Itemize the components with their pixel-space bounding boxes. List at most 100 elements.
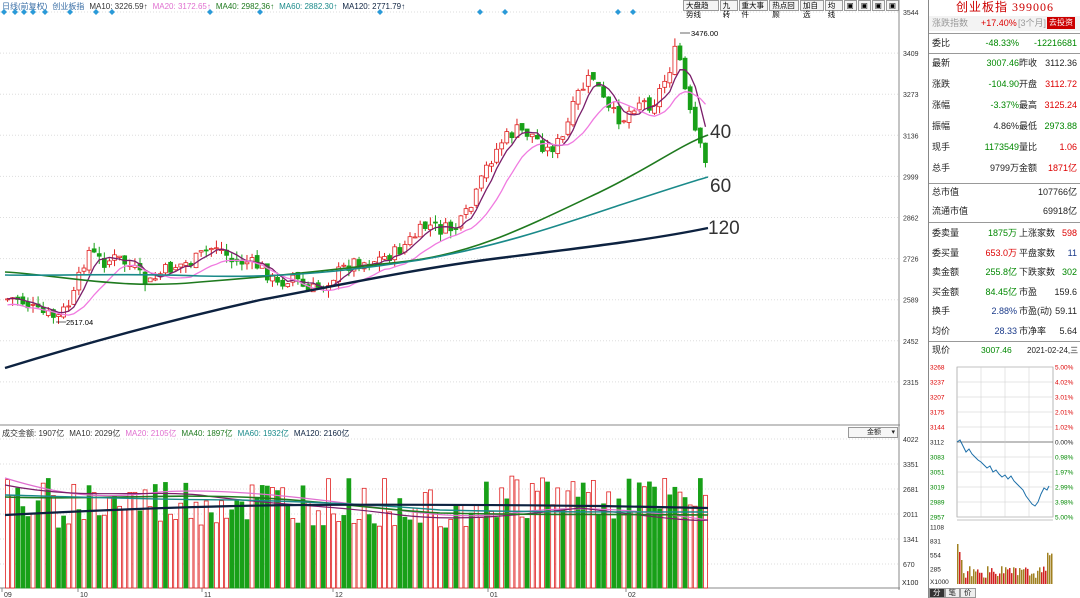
candle-body (494, 148, 499, 163)
stat-value: 28.33 (994, 325, 1017, 336)
intraday-vol-unit: X1000 (930, 579, 949, 586)
quote-value: 3125.24 (1044, 100, 1077, 110)
stat-row: 均价 28.33 市净率 5.64 (929, 324, 1080, 339)
event-marker-icon[interactable] (477, 9, 483, 15)
intraday-right-tick: 2.99% (1055, 485, 1074, 492)
intraday-right-tick: 5.00% (1055, 515, 1074, 522)
quote-row: 最新 3007.46 昨收 3112.36 (929, 56, 1080, 71)
intraday-right-tick: 4.02% (1055, 380, 1074, 387)
volume-bar (371, 523, 377, 589)
volume-bar (514, 479, 520, 589)
event-marker-icon[interactable] (630, 9, 636, 15)
volume-bar (504, 498, 510, 589)
event-marker-icon[interactable] (42, 9, 48, 15)
rank-row: 涨跌指数 +17.40% [3个月] 去投资 (929, 16, 1080, 31)
panel-tab[interactable]: 分 (929, 588, 945, 598)
legend-item: MA40: 1897亿 (181, 429, 233, 438)
intraday-left-tick: 3051 (930, 470, 945, 477)
intraday-vol-bar (959, 552, 961, 584)
candle-body (382, 256, 387, 260)
event-marker-icon[interactable] (615, 9, 621, 15)
event-marker-icon[interactable] (12, 9, 18, 15)
price-tick-label: 2999 (903, 174, 919, 181)
event-marker-icon[interactable] (257, 9, 263, 15)
intraday-vol-bar (993, 571, 995, 584)
panel-tab[interactable]: 笔 (944, 588, 960, 598)
candle-body (570, 101, 576, 126)
volume-bar (351, 522, 357, 589)
quote-value: 4.86% (993, 121, 1019, 131)
event-marker-icon[interactable] (21, 9, 27, 15)
wb-row: 委比 -48.33% -12216681 (929, 36, 1080, 51)
quote-label: 现手 (932, 142, 951, 152)
event-marker-icon[interactable] (109, 9, 115, 15)
x-tick-label: 02 (628, 592, 636, 598)
volume-bar (178, 502, 184, 589)
intraday-vol-bar (985, 577, 987, 584)
volume-tick-label: 4022 (903, 437, 919, 444)
volume-tick-label: 3351 (903, 462, 919, 469)
intraday-vol-bar (1017, 575, 1019, 584)
intraday-vol-bar (1007, 569, 1009, 584)
price-tick-label: 2452 (903, 339, 919, 346)
intraday-chart-svg[interactable]: 3268 3237 3207 3175 3144 3112 3083 3051 3019 2989… (929, 362, 1080, 587)
event-marker-icon[interactable] (30, 9, 36, 15)
candle-body (636, 102, 642, 111)
price-tick-label: 2315 (903, 380, 919, 387)
volume-bar (580, 482, 586, 589)
volume-indicator-select[interactable]: 金额 ▾ (848, 427, 898, 438)
quote-label: 振幅 (932, 121, 951, 131)
volume-bar (550, 504, 555, 589)
event-marker-icon[interactable] (1, 9, 7, 15)
volume-bar (529, 483, 535, 589)
stat-label: 市盈 (1019, 286, 1038, 297)
volume-bar (509, 475, 515, 589)
event-marker-icon[interactable] (93, 9, 99, 15)
volume-bar (392, 525, 398, 589)
event-marker-icon[interactable] (67, 9, 73, 15)
event-marker-icon[interactable] (502, 9, 508, 15)
volume-bar (203, 500, 209, 589)
event-marker-icon[interactable] (207, 9, 213, 15)
intraday-right-tick: 1.02% (1055, 425, 1074, 432)
invest-button[interactable]: 去投资 (1047, 17, 1075, 29)
quote-value: -104.90 (988, 79, 1019, 89)
stat-label: 卖金额 (932, 267, 960, 277)
volume-bar (596, 514, 601, 589)
price-tick-label: 3273 (903, 92, 919, 99)
volume-bar (15, 487, 21, 589)
candle-body (682, 57, 688, 90)
intraday-left-tick: 2957 (930, 515, 945, 522)
quote-value: 1.06 (1059, 142, 1077, 152)
volume-bar (219, 500, 224, 589)
volume-bar (443, 527, 448, 589)
candle-body (81, 267, 87, 272)
volume-bar (662, 478, 668, 589)
volume-bar (315, 510, 321, 589)
candle-body (585, 75, 591, 87)
intraday-vol-tick: 831 (930, 539, 941, 546)
panel-tab[interactable]: 价 (960, 588, 976, 598)
stat-label: 均价 (932, 325, 951, 336)
price-chart-svg[interactable]: 3544 3409 3273 3136 2999 2862 2726 2589 2452 2315… (0, 0, 928, 598)
legend-item: MA20: 2105亿 (125, 429, 177, 438)
intraday-vol-bar (1037, 570, 1039, 584)
price-tick-label: 3409 (903, 51, 919, 58)
cap-value: 69918亿 (1042, 206, 1077, 216)
quote-label: 金额 (1019, 163, 1038, 173)
candle-body (468, 207, 474, 212)
candle-body (203, 249, 209, 252)
candle-body (86, 250, 92, 271)
event-marker-icon[interactable] (377, 9, 383, 15)
intraday-vol-bar (965, 577, 967, 584)
divider (929, 183, 1080, 184)
volume-bar (326, 478, 331, 589)
volume-bar (377, 525, 382, 589)
candle-body (208, 248, 214, 251)
volume-tick-label: 670 (903, 562, 915, 569)
candle-body (611, 107, 617, 110)
kline-chart-area[interactable]: 日线(前复权) 创业板指 MA10: 3226.59↑ MA20: 3172.65↑ M… (0, 0, 919, 598)
intraday-vol-bar (957, 544, 959, 584)
candle-body (443, 222, 448, 234)
volume-bar (188, 517, 194, 589)
